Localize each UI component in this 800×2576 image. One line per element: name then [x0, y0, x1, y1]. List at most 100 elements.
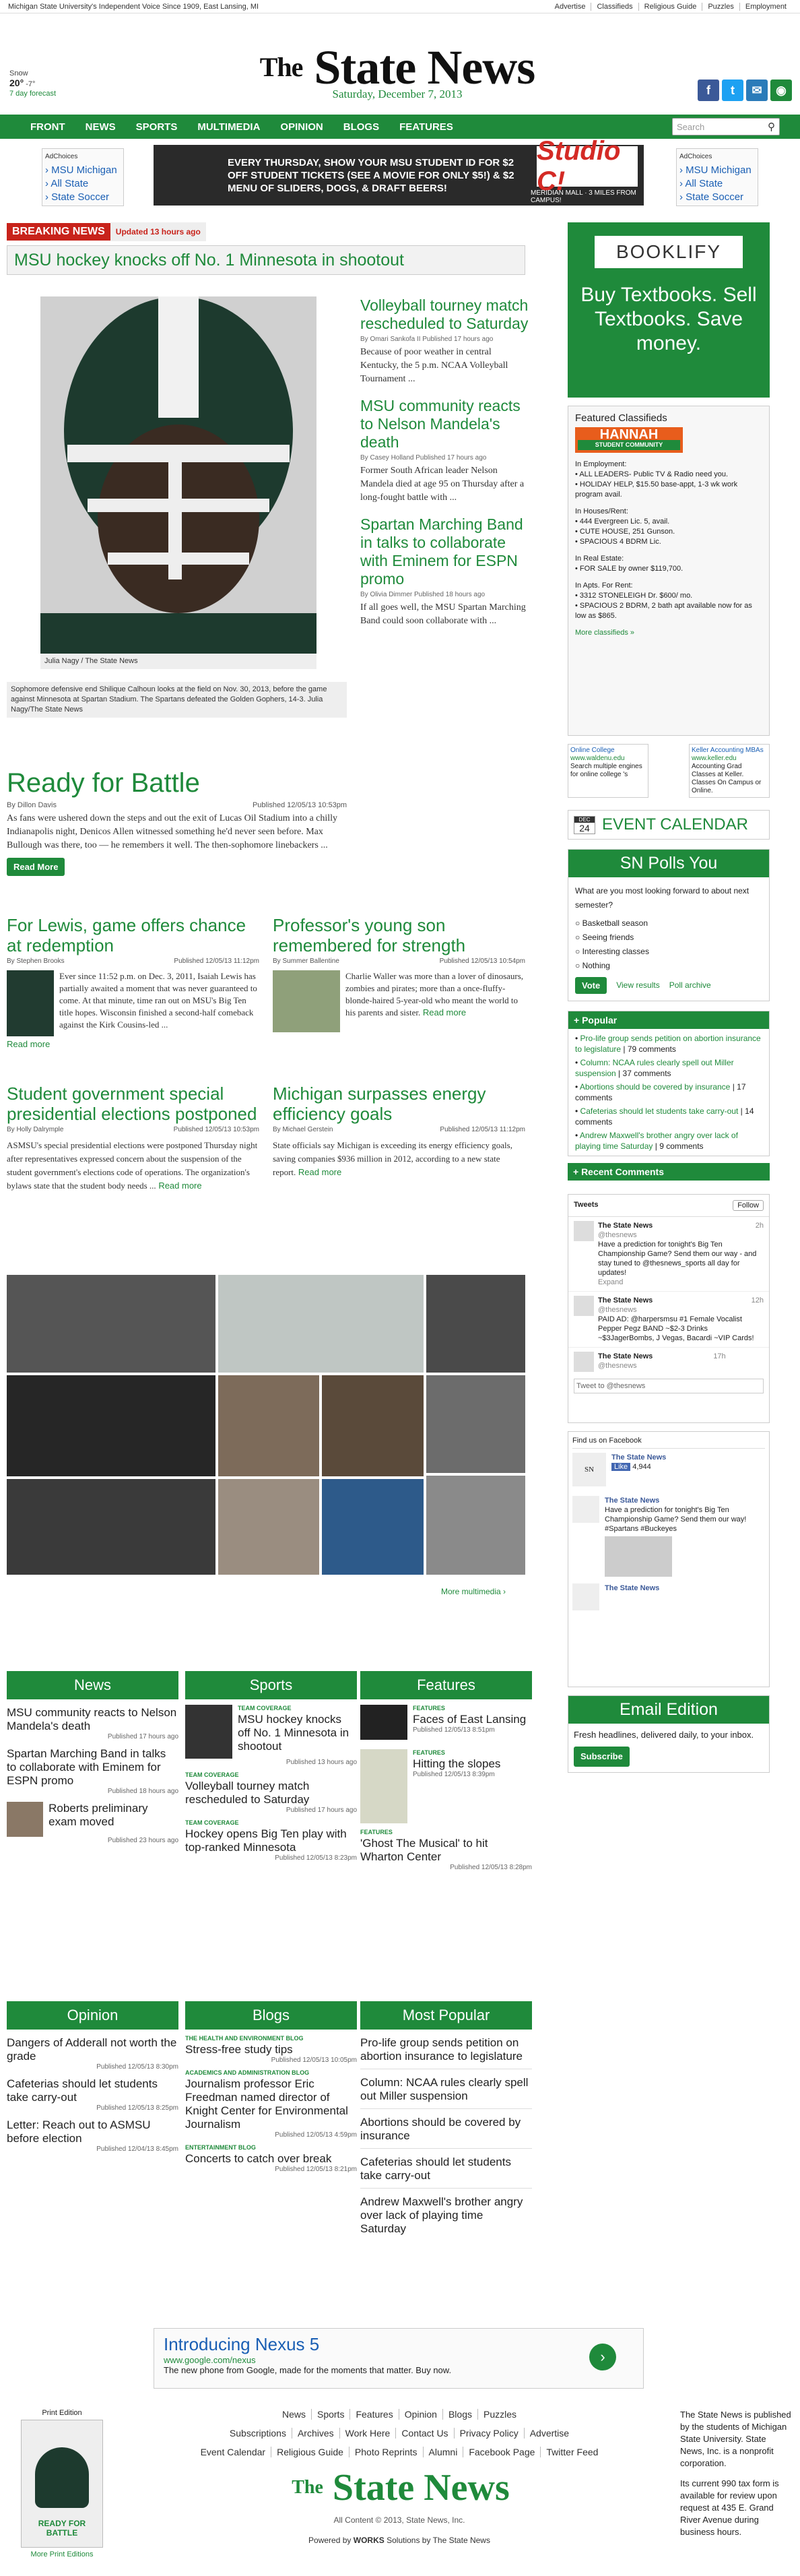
- footer-link[interactable]: Features: [349, 2409, 399, 2420]
- multimedia-photo[interactable]: [7, 1375, 215, 1476]
- more-classifieds-link[interactable]: More classifieds »: [575, 628, 762, 638]
- email-icon[interactable]: ✉: [746, 80, 768, 101]
- multimedia-photo[interactable]: [7, 1479, 215, 1575]
- poll-option[interactable]: ○ Basketball season: [575, 916, 762, 931]
- read-more-link[interactable]: Read more: [7, 1039, 259, 1049]
- footer-link[interactable]: Religious Guide: [271, 2447, 349, 2457]
- section-item[interactable]: Letter: Reach out to ASMSU before electi…: [7, 2118, 178, 2145]
- footer-link[interactable]: Alumni: [422, 2447, 463, 2457]
- side-story-title[interactable]: Spartan Marching Band in talks to collab…: [360, 515, 529, 588]
- text-ad[interactable]: Keller Accounting MBAs www.keller.edu Ac…: [689, 744, 770, 798]
- footer-link[interactable]: Sports: [310, 2409, 350, 2420]
- classified-item[interactable]: • ALL LEADERS- Public TV & Radio need yo…: [575, 470, 762, 480]
- footer-link[interactable]: Twitter Feed: [540, 2447, 604, 2457]
- search-icon[interactable]: ⚲: [768, 121, 775, 133]
- booklify-ad[interactable]: BOOKLIFY Buy Textbooks. Sell Textbooks. …: [568, 222, 770, 398]
- tweet[interactable]: The State News 2h @thesnews Have a predi…: [568, 1217, 769, 1292]
- multimedia-photo[interactable]: [218, 1275, 424, 1373]
- google-ad-title[interactable]: Introducing Nexus 5: [164, 2334, 634, 2355]
- section-item[interactable]: Cafeterias should let students take carr…: [360, 2156, 532, 2189]
- opinion-section-title[interactable]: Opinion: [7, 2001, 178, 2030]
- multimedia-photo[interactable]: [322, 1375, 424, 1476]
- multimedia-photo[interactable]: [426, 1375, 525, 1473]
- multimedia-photo[interactable]: [322, 1479, 424, 1575]
- ad-link[interactable]: › All State: [45, 177, 121, 191]
- classified-item[interactable]: • 3312 STONELEIGH Dr. $600/ mo.: [575, 591, 762, 601]
- like-button[interactable]: Like: [611, 1463, 631, 1471]
- google-ad[interactable]: Introducing Nexus 5 www.google.com/nexus…: [154, 2328, 644, 2389]
- more-multimedia-link[interactable]: More multimedia ›: [441, 1587, 506, 1596]
- ad-link[interactable]: › State Soccer: [45, 191, 121, 204]
- read-more-link[interactable]: Read more: [298, 1167, 341, 1177]
- section-item[interactable]: MSU hockey knocks off No. 1 Minnesota in…: [238, 1713, 357, 1753]
- news-section-title[interactable]: News: [7, 1671, 178, 1699]
- classified-item[interactable]: • SPACIOUS 2 BDRM, 2 bath apt available …: [575, 601, 762, 621]
- read-more-link[interactable]: Read more: [158, 1181, 201, 1191]
- weather-widget[interactable]: Snow 20° -7° 7 day forecast: [9, 69, 56, 98]
- facebook-icon[interactable]: f: [698, 80, 719, 101]
- footer-link[interactable]: Blogs: [442, 2409, 477, 2420]
- classified-item[interactable]: • HOLIDAY HELP, $15.50 base-appt, 1-3 wk…: [575, 480, 762, 500]
- nav-news[interactable]: NEWS: [75, 121, 126, 133]
- hannah-logo[interactable]: HANNAH STUDENT COMMUNITY: [575, 427, 683, 453]
- footer-link[interactable]: News: [277, 2409, 311, 2420]
- nav-sports[interactable]: SPORTS: [126, 121, 188, 133]
- story-thumbnail[interactable]: [360, 1705, 407, 1740]
- popular-item[interactable]: • Abortions should be covered by insuran…: [575, 1081, 762, 1103]
- section-item[interactable]: Hitting the slopes: [413, 1757, 500, 1771]
- classified-item[interactable]: • 444 Evergreen Lic. 5, avail.: [575, 517, 762, 527]
- ad-link[interactable]: › All State: [679, 177, 755, 191]
- text-ad-title[interactable]: Keller Accounting MBAs: [692, 747, 767, 755]
- section-item[interactable]: Concerts to catch over break: [185, 2152, 357, 2166]
- print-edition-thumbnail[interactable]: READY FOR BATTLE: [21, 2420, 103, 2548]
- footer-link[interactable]: Subscriptions: [224, 2428, 292, 2439]
- story-title[interactable]: Michigan surpasses energy efficiency goa…: [273, 1083, 525, 1124]
- blogs-section-title[interactable]: Blogs: [185, 2001, 357, 2030]
- story-thumbnail[interactable]: [273, 970, 340, 1032]
- follow-button[interactable]: Follow: [733, 1200, 764, 1211]
- sports-section-title[interactable]: Sports: [185, 1671, 357, 1699]
- side-story-title[interactable]: MSU community reacts to Nelson Mandela's…: [360, 397, 529, 451]
- ad-choices-left[interactable]: AdChoices › MSU Michigan › All State › S…: [42, 148, 124, 206]
- site-logo[interactable]: The State News: [236, 40, 559, 94]
- rss-icon[interactable]: ◉: [770, 80, 792, 101]
- nav-multimedia[interactable]: MULTIMEDIA: [187, 121, 270, 133]
- classified-item[interactable]: • SPACIOUS 4 BDRM Lic.: [575, 537, 762, 547]
- story-thumbnail[interactable]: [7, 970, 54, 1036]
- lead-photo[interactable]: Julia Nagy / The State News: [40, 296, 316, 701]
- vote-button[interactable]: Vote: [575, 977, 607, 994]
- subscribe-button[interactable]: Subscribe: [574, 1747, 630, 1767]
- footer-link[interactable]: Archives: [291, 2428, 339, 2439]
- ad-choices-right[interactable]: AdChoices › MSU Michigan › All State › S…: [676, 148, 758, 206]
- section-item[interactable]: MSU community reacts to Nelson Mandela's…: [7, 1706, 178, 1733]
- footer-link[interactable]: Work Here: [339, 2428, 396, 2439]
- footer-logo[interactable]: The State News: [242, 2466, 559, 2509]
- multimedia-photo[interactable]: [218, 1479, 319, 1575]
- twitter-icon[interactable]: t: [722, 80, 743, 101]
- section-item[interactable]: Roberts preliminary exam moved: [48, 1802, 178, 1837]
- story-title[interactable]: Student government special presidential …: [7, 1083, 259, 1124]
- facebook-page-name[interactable]: The State News: [611, 1453, 666, 1462]
- features-section-title[interactable]: Features: [360, 1671, 532, 1699]
- section-item[interactable]: Abortions should be covered by insurance: [360, 2116, 532, 2149]
- print-edition[interactable]: Print Edition READY FOR BATTLE More Prin…: [15, 2409, 109, 2558]
- section-item[interactable]: Stress-free study tips: [185, 2043, 357, 2056]
- classified-item[interactable]: • CUTE HOUSE, 251 Gunson.: [575, 527, 762, 537]
- most-popular-title[interactable]: Most Popular: [360, 2001, 532, 2030]
- breaking-news-bar[interactable]: BREAKING NEWS Updated 13 hours ago: [7, 222, 525, 241]
- tweet-compose-input[interactable]: Tweet to @thesnews: [574, 1379, 764, 1393]
- event-calendar[interactable]: DEC 24 EVENT CALENDAR: [568, 810, 770, 840]
- poll-archive-link[interactable]: Poll archive: [669, 978, 711, 993]
- nav-blogs[interactable]: BLOGS: [333, 121, 389, 133]
- more-print-editions-link[interactable]: More Print Editions: [15, 2550, 109, 2558]
- breaking-headline[interactable]: MSU hockey knocks off No. 1 Minnesota in…: [7, 245, 525, 275]
- footer-link[interactable]: Facebook Page: [463, 2447, 541, 2457]
- popular-item[interactable]: • Column: NCAA rules clearly spell out M…: [575, 1057, 762, 1079]
- poll-option[interactable]: ○ Seeing friends: [575, 931, 762, 945]
- facebook-post[interactable]: The State News: [572, 1583, 765, 1610]
- section-item[interactable]: 'Ghost The Musical' to hit Wharton Cente…: [360, 1837, 532, 1864]
- read-more-link[interactable]: Read more: [423, 1007, 466, 1017]
- tweet[interactable]: The State News 12h @thesnews PAID AD: @h…: [568, 1292, 769, 1348]
- read-more-button[interactable]: Read More: [7, 858, 65, 876]
- text-ad-title[interactable]: Online College: [570, 747, 646, 755]
